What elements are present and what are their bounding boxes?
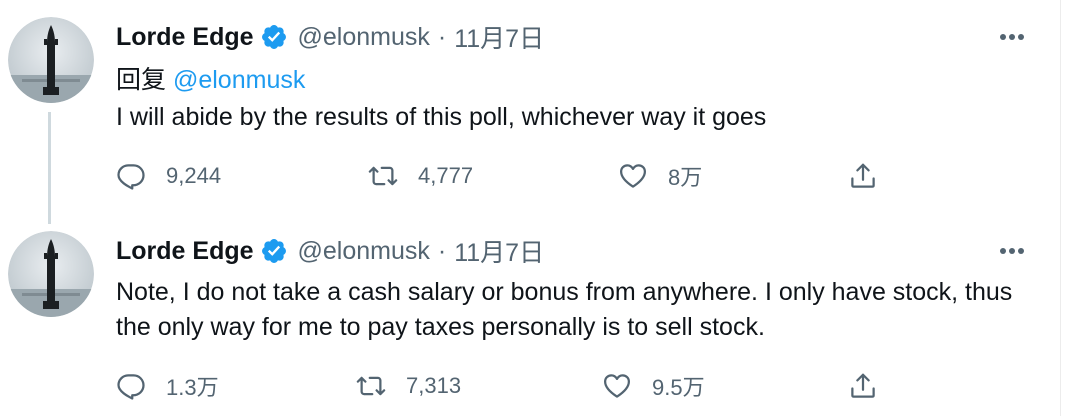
tweet[interactable]: Lorde Edge @elonmusk · 11月7日 回复 @elonmus… (0, 0, 1060, 210)
display-name[interactable]: Lorde Edge (116, 23, 254, 52)
like-button[interactable]: 8万 (618, 158, 702, 194)
like-count: 8万 (668, 165, 703, 190)
like-button[interactable]: 9.5万 (602, 368, 705, 404)
tweet[interactable]: Lorde Edge @elonmusk · 11月7日 Note, I do … (0, 214, 1060, 416)
user-handle[interactable]: @elonmusk (298, 23, 430, 52)
tweet-text: Note, I do not take a cash salary or bon… (116, 278, 1013, 341)
more-options-button[interactable] (992, 20, 1032, 54)
tweet-header: Lorde Edge @elonmusk · 11月7日 (116, 234, 544, 268)
like-icon (620, 164, 646, 188)
reply-count: 9,244 (166, 163, 222, 188)
more-options-button[interactable] (992, 234, 1032, 268)
avatar[interactable] (8, 17, 94, 103)
retweet-button[interactable]: 4,777 (368, 158, 473, 194)
tweet-actions: 9,244 4,777 8万 (116, 158, 896, 194)
more-horizontal-icon (1000, 34, 1024, 40)
tweet-text: I will abide by the results of this poll… (116, 103, 767, 131)
like-count: 9.5万 (652, 375, 705, 400)
reply-icon (117, 374, 145, 400)
tweet-date[interactable]: 11月7日 (454, 233, 544, 269)
replying-to: 回复 @elonmusk (116, 60, 305, 96)
replying-prefix: 回复 (116, 66, 167, 94)
display-name[interactable]: Lorde Edge (116, 237, 254, 266)
scrollbar[interactable] (1060, 0, 1080, 416)
tweet-header: Lorde Edge @elonmusk · 11月7日 (116, 20, 544, 54)
separator-dot: · (437, 22, 447, 51)
more-horizontal-icon (1000, 248, 1024, 254)
share-button[interactable] (848, 158, 898, 194)
retweet-icon (356, 376, 386, 396)
retweet-button[interactable]: 7,313 (356, 368, 461, 404)
share-icon (851, 163, 875, 188)
tweet-actions: 1.3万 7,313 9.5万 (116, 368, 896, 404)
verified-badge-icon (260, 23, 288, 51)
retweet-count: 7,313 (406, 373, 462, 398)
separator-dot: · (437, 236, 447, 265)
reply-count: 1.3万 (166, 375, 219, 400)
reply-icon (117, 164, 145, 190)
replying-mention-link[interactable]: @elonmusk (173, 66, 305, 94)
retweet-count: 4,777 (418, 163, 474, 188)
share-icon (851, 373, 875, 398)
share-button[interactable] (848, 368, 898, 404)
retweet-icon (368, 166, 398, 186)
reply-button[interactable]: 1.3万 (116, 368, 219, 404)
user-handle[interactable]: @elonmusk (298, 237, 430, 266)
reply-button[interactable]: 9,244 (116, 158, 221, 194)
avatar[interactable] (8, 231, 94, 317)
like-icon (604, 374, 630, 398)
verified-badge-icon (260, 237, 288, 265)
tweet-date[interactable]: 11月7日 (454, 19, 544, 55)
